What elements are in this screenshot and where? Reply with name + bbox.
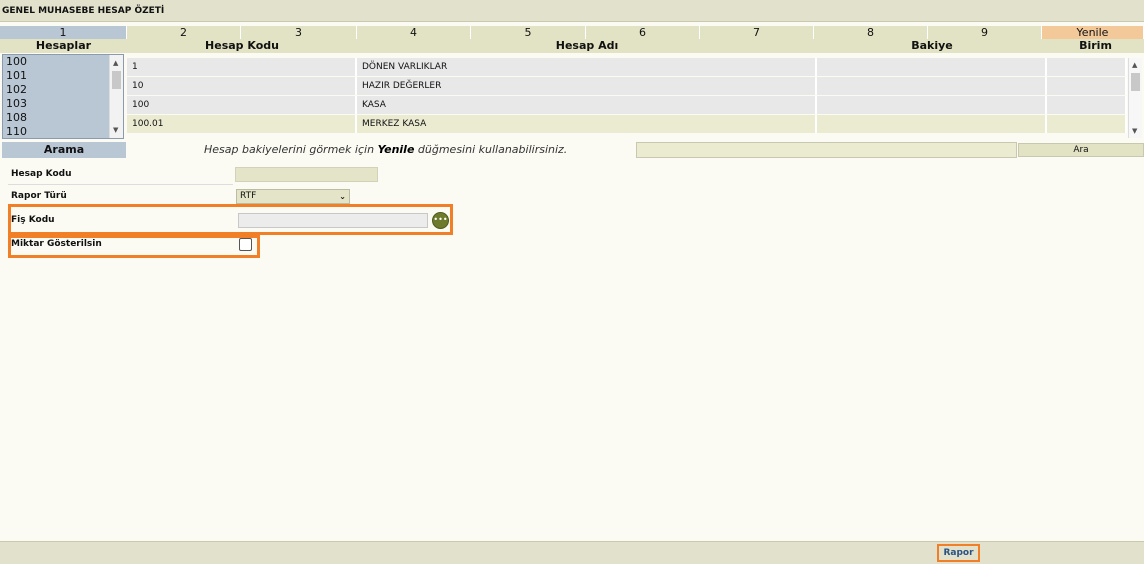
scroll-thumb[interactable]	[1131, 73, 1140, 91]
scroll-down-icon[interactable]: ▼	[1132, 127, 1137, 135]
hesap-kodu-field[interactable]	[235, 167, 378, 182]
account-listbox[interactable]: 100 101 102 103 108 110 ▲ ▼	[2, 54, 124, 139]
cell-bakiye	[817, 77, 1047, 95]
scroll-up-icon[interactable]: ▲	[1132, 61, 1137, 69]
search-button[interactable]: Ara	[1018, 143, 1144, 157]
cell-birim	[1047, 115, 1127, 133]
hint-text-part: Hesap bakiyelerini görmek için	[204, 143, 378, 156]
cell-hesap-adi: KASA	[357, 96, 817, 114]
fis-kodu-field[interactable]	[238, 213, 428, 228]
hint-text-bold: Yenile	[377, 143, 415, 156]
hesap-kodu-label: Hesap Kodu	[11, 169, 72, 179]
tab-7[interactable]: 7	[700, 26, 814, 39]
list-item[interactable]: 110	[3, 125, 123, 139]
cell-hesap-kodu: 100	[127, 96, 357, 114]
table-scrollbar[interactable]: ▲ ▼	[1128, 58, 1142, 138]
tab-bar: 1 2 3 4 5 6 7 8 9 Yenile	[0, 26, 1144, 39]
list-item[interactable]: 100	[3, 55, 123, 69]
tab-3[interactable]: 3	[241, 26, 357, 39]
cell-hesap-adi: DÖNEN VARLIKLAR	[357, 58, 817, 76]
miktar-gosterilsin-label: Miktar Gösterilsin	[11, 239, 102, 249]
cell-hesap-adi: MERKEZ KASA	[357, 115, 817, 133]
cell-hesap-kodu: 1	[127, 58, 357, 76]
lookup-ellipsis-icon[interactable]: •••	[432, 212, 449, 229]
page-title: GENEL MUHASEBE HESAP ÖZETİ	[0, 0, 1144, 22]
tab-8[interactable]: 8	[814, 26, 928, 39]
tab-6[interactable]: 6	[586, 26, 700, 39]
list-item[interactable]: 101	[3, 69, 123, 83]
tab-9[interactable]: 9	[928, 26, 1042, 39]
rapor-button[interactable]: Rapor	[937, 544, 980, 562]
divider	[8, 184, 233, 185]
refresh-hint-text: Hesap bakiyelerini görmek için Yenile dü…	[204, 143, 567, 156]
header-hesap-kodu: Hesap Kodu	[127, 39, 357, 53]
scroll-up-icon[interactable]: ▲	[113, 59, 118, 67]
list-scrollbar[interactable]: ▲ ▼	[109, 55, 123, 138]
cell-hesap-kodu: 100.01	[127, 115, 357, 133]
header-birim: Birim	[1047, 39, 1144, 53]
header-hesap-adi: Hesap Adı	[357, 39, 817, 53]
list-item[interactable]: 102	[3, 83, 123, 97]
cell-birim	[1047, 58, 1127, 76]
hint-text-part: düğmesini kullanabilirsiniz.	[414, 143, 568, 156]
list-item[interactable]: 108	[3, 111, 123, 125]
cell-birim	[1047, 96, 1127, 114]
rapor-turu-select[interactable]: RTF ⌄	[236, 189, 350, 204]
cell-bakiye	[817, 58, 1047, 76]
tab-5[interactable]: 5	[471, 26, 586, 39]
cell-hesap-kodu: 10	[127, 77, 357, 95]
search-toggle-button[interactable]: Arama	[2, 142, 126, 158]
cell-birim	[1047, 77, 1127, 95]
rapor-turu-value: RTF	[240, 191, 257, 201]
scroll-thumb[interactable]	[112, 71, 121, 89]
fis-kodu-label: Fiş Kodu	[11, 215, 55, 225]
tab-2[interactable]: 2	[127, 26, 241, 39]
tab-4[interactable]: 4	[357, 26, 471, 39]
rapor-turu-label: Rapor Türü	[11, 191, 67, 201]
cell-bakiye	[817, 115, 1047, 133]
miktar-gosterilsin-checkbox[interactable]	[239, 238, 252, 251]
cell-bakiye	[817, 96, 1047, 114]
tab-1[interactable]: 1	[0, 26, 127, 39]
cell-hesap-adi: HAZIR DEĞERLER	[357, 77, 817, 95]
search-input[interactable]	[636, 142, 1017, 158]
tab-yenile[interactable]: Yenile	[1042, 26, 1144, 39]
scroll-down-icon[interactable]: ▼	[113, 126, 118, 134]
chevron-down-icon: ⌄	[339, 192, 346, 201]
header-bakiye: Bakiye	[817, 39, 1047, 53]
list-item[interactable]: 103	[3, 97, 123, 111]
header-hesaplar: Hesaplar	[0, 39, 127, 53]
